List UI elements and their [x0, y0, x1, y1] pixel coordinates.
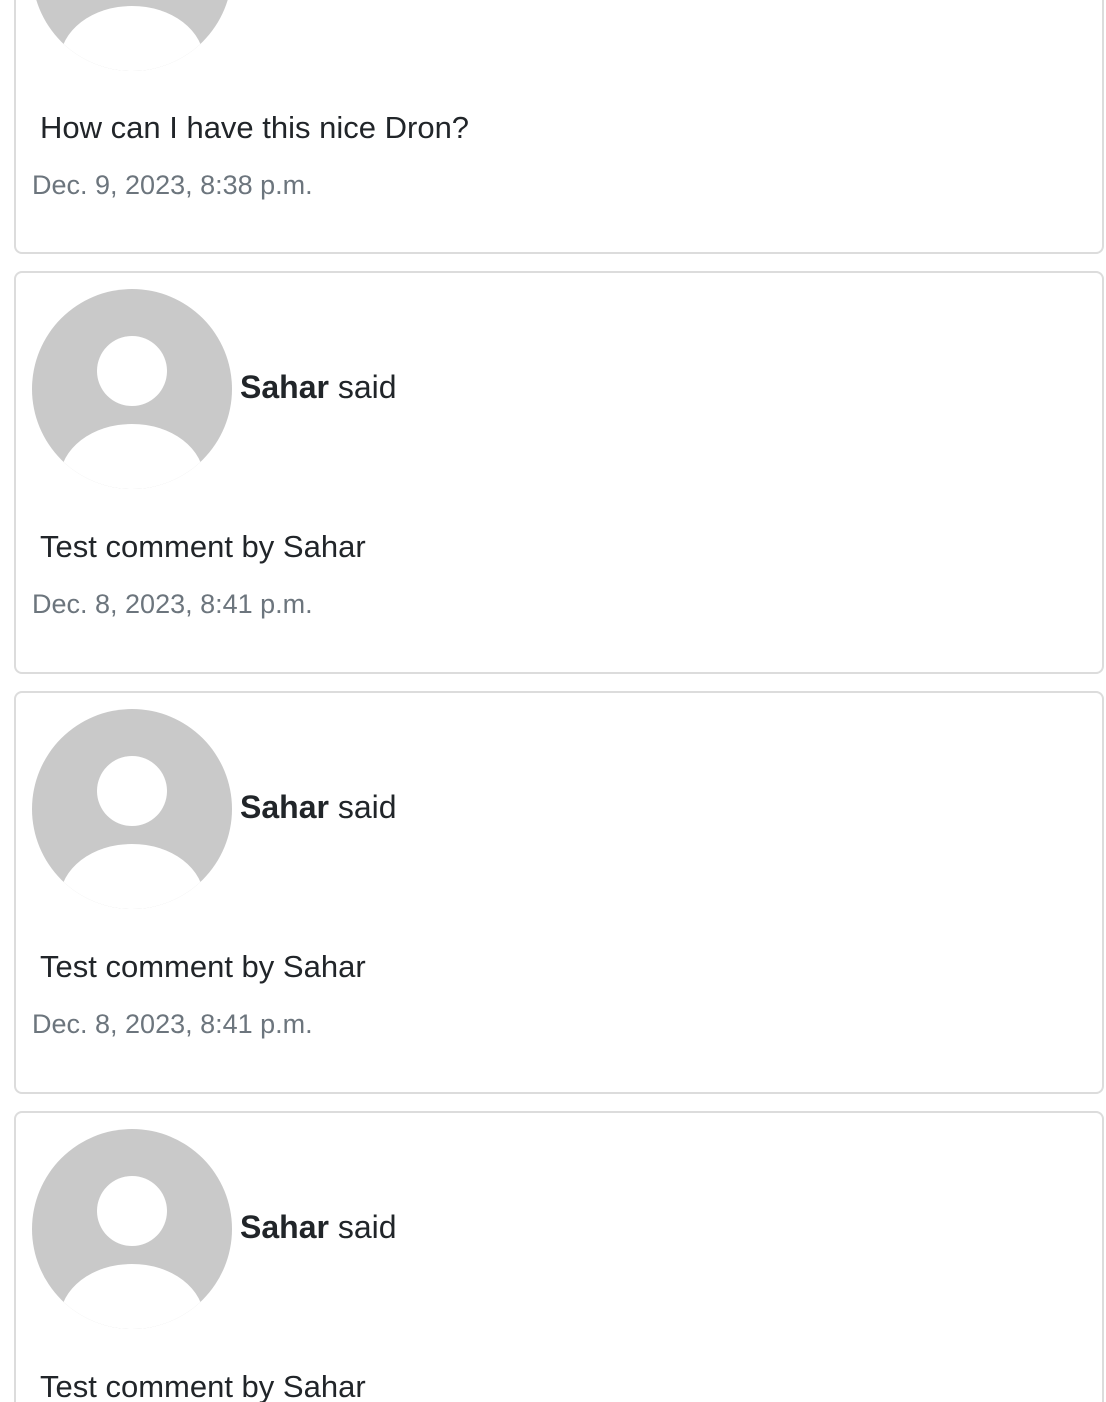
comment-card: Sahar said Test comment by Sahar [14, 1111, 1104, 1402]
comments-feed: How can I have this nice Dron? Dec. 9, 2… [0, 0, 1106, 1402]
comment-author-name: Sahar [240, 1209, 329, 1245]
avatar-placeholder-icon [32, 0, 232, 71]
comment-card: Sahar said Test comment by Sahar Dec. 8,… [14, 691, 1104, 1094]
comment-author-line: Sahar said [240, 787, 397, 827]
comment-author-line: Sahar said [240, 1207, 397, 1247]
said-label: said [337, 369, 397, 405]
comment-author-line: Sahar said [240, 367, 397, 407]
comment-timestamp: Dec. 8, 2023, 8:41 p.m. [32, 589, 313, 619]
comment-text: Test comment by Sahar [40, 529, 366, 564]
comment-author-name: Sahar [240, 789, 329, 825]
comment-text: How can I have this nice Dron? [40, 110, 470, 145]
avatar-placeholder-icon [32, 1129, 232, 1329]
said-label: said [337, 1209, 397, 1245]
avatar-placeholder-icon [32, 289, 232, 489]
comment-author-name: Sahar [240, 369, 329, 405]
comment-timestamp: Dec. 9, 2023, 8:38 p.m. [32, 170, 313, 200]
comment-text: Test comment by Sahar [40, 949, 366, 984]
avatar-placeholder-icon [32, 709, 232, 909]
comment-text: Test comment by Sahar [40, 1369, 366, 1402]
comment-card: How can I have this nice Dron? Dec. 9, 2… [14, 0, 1104, 254]
said-label: said [337, 789, 397, 825]
comment-card: Sahar said Test comment by Sahar Dec. 8,… [14, 271, 1104, 674]
comment-timestamp: Dec. 8, 2023, 8:41 p.m. [32, 1009, 313, 1039]
